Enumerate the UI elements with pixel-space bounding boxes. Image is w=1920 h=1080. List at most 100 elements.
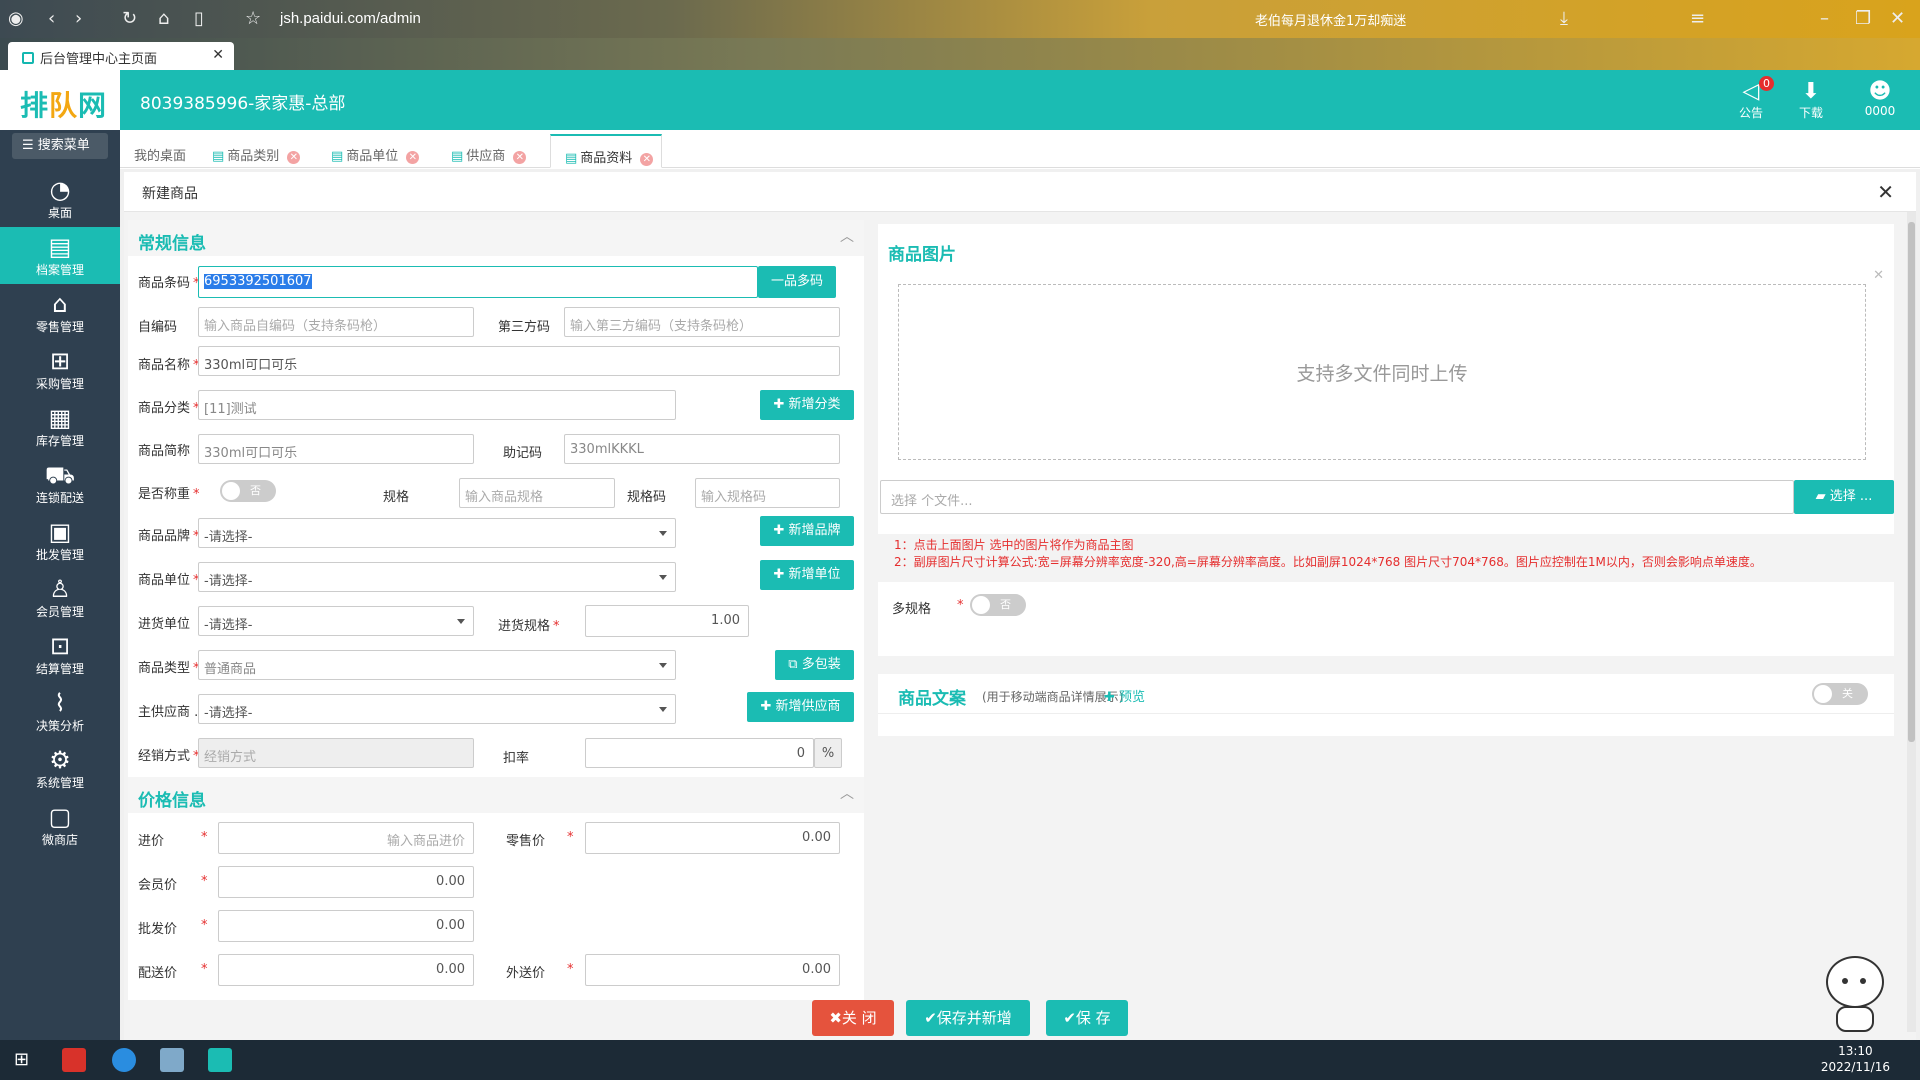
selfcode-input[interactable]: 输入商品自编码（支持条码枪） bbox=[198, 307, 474, 337]
multi-code-button[interactable]: 一品多码 bbox=[758, 266, 836, 298]
remove-icon[interactable]: ✕ bbox=[1873, 268, 1884, 283]
outside-price-label: 外送价 bbox=[506, 966, 546, 981]
sidebar-item-settle[interactable]: ⊡ 结算管理 bbox=[0, 626, 120, 683]
address-bar[interactable]: jsh.paidui.com/admin bbox=[280, 10, 421, 27]
price-section-header[interactable]: 价格信息 ︿ bbox=[128, 777, 864, 813]
notepad-app-icon[interactable] bbox=[160, 1048, 184, 1072]
download-browser-icon[interactable]: ⤓ bbox=[1560, 9, 1568, 29]
browser-tab[interactable]: 后台管理中心主页面 ✕ bbox=[8, 42, 234, 70]
save-button[interactable]: ✔保 存 bbox=[1046, 1000, 1128, 1036]
tab-category[interactable]: ▤ 商品类别 ✕ bbox=[198, 134, 308, 168]
sidebar-item-purchase[interactable]: ⊞ 采购管理 bbox=[0, 341, 120, 398]
purchase-unit-select[interactable]: -请选择- bbox=[198, 606, 474, 636]
system-clock[interactable]: 13:10 2022/11/16 bbox=[1821, 1043, 1890, 1075]
category-input[interactable]: [11]测试 bbox=[198, 390, 676, 420]
sidebar-item-desktop[interactable]: ◔ 桌面 bbox=[0, 170, 120, 227]
tab-close-icon[interactable]: ✕ bbox=[513, 151, 527, 164]
scrollbar-thumb[interactable] bbox=[1908, 222, 1915, 742]
back-icon[interactable]: ‹ bbox=[48, 9, 55, 29]
maximize-icon[interactable]: ❐ bbox=[1855, 9, 1871, 29]
star-icon[interactable]: ☆ bbox=[245, 9, 261, 29]
sidebar-item-inventory[interactable]: ▦ 库存管理 bbox=[0, 398, 120, 455]
close-icon[interactable]: ✕ bbox=[1877, 180, 1894, 204]
truck-icon: ⛟ bbox=[44, 461, 76, 489]
save-and-new-button[interactable]: ✔保存并新增 bbox=[906, 1000, 1030, 1036]
tab-supplier[interactable]: ▤ 供应商 ✕ bbox=[437, 134, 534, 168]
short-name-input[interactable]: 330ml可口可乐 bbox=[198, 434, 474, 464]
general-section-header[interactable]: 常规信息 ︿ bbox=[128, 220, 864, 256]
user-menu[interactable]: ☻ 0000 bbox=[1860, 80, 1900, 119]
spec-input[interactable]: 输入商品规格 bbox=[459, 478, 615, 508]
search-menu-button[interactable]: ☰ 搜索菜单 bbox=[12, 133, 108, 159]
buy-price-input[interactable]: 输入商品进价 bbox=[218, 822, 474, 854]
name-input[interactable]: 330ml可口可乐 bbox=[198, 346, 840, 376]
mascot-image[interactable] bbox=[1822, 952, 1888, 1036]
chart-icon: ⌇ bbox=[54, 689, 66, 717]
sidebar-item-label: 零售管理 bbox=[35, 320, 84, 334]
tab-desktop[interactable]: 我的桌面 bbox=[120, 134, 194, 168]
close-tab-icon[interactable]: ✕ bbox=[212, 47, 224, 63]
refresh-icon[interactable]: ↻ bbox=[122, 9, 137, 29]
barcode-input[interactable]: 6953392501607 bbox=[198, 266, 758, 298]
reader-icon[interactable]: ▯ bbox=[194, 9, 204, 29]
delivery-price-input[interactable]: 0.00 bbox=[218, 954, 474, 986]
close-window-icon[interactable]: ✕ bbox=[1890, 9, 1905, 29]
active-app-icon[interactable] bbox=[208, 1048, 232, 1072]
sidebar-item-label: 结算管理 bbox=[35, 662, 84, 676]
plus-icon: ✚ bbox=[1104, 690, 1120, 705]
thirdcode-input[interactable]: 输入第三方编码（支持条码枪） bbox=[564, 307, 840, 337]
add-category-button[interactable]: ✚ 新增分类 bbox=[760, 390, 854, 420]
sidebar-item-analysis[interactable]: ⌇ 决策分析 bbox=[0, 683, 120, 740]
weigh-toggle[interactable]: 否 bbox=[220, 480, 276, 502]
tab-close-icon[interactable]: ✕ bbox=[406, 151, 420, 164]
add-supplier-button[interactable]: ✚ 新增供应商 bbox=[747, 692, 854, 722]
menu-icon[interactable]: ≡ bbox=[1690, 9, 1705, 29]
tab-unit[interactable]: ▤ 商品单位 ✕ bbox=[317, 134, 427, 168]
multispec-toggle[interactable]: 否 bbox=[970, 594, 1026, 616]
sidebar-item-shop[interactable]: ▢ 微商店 bbox=[0, 797, 120, 854]
spec-code-input[interactable]: 输入规格码 bbox=[695, 478, 840, 508]
add-brand-button[interactable]: ✚ 新增品牌 bbox=[760, 516, 854, 546]
member-price-input[interactable]: 0.00 bbox=[218, 866, 474, 898]
tab-close-icon[interactable]: ✕ bbox=[287, 151, 301, 164]
sidebar-item-retail[interactable]: ⌂ 零售管理 bbox=[0, 284, 120, 341]
sidebar-item-wholesale[interactable]: ▣ 批发管理 bbox=[0, 512, 120, 569]
sidebar-item-delivery[interactable]: ⛟ 连锁配送 bbox=[0, 455, 120, 512]
upload-dropzone[interactable]: 支持多文件同时上传 bbox=[898, 284, 1866, 460]
multi-pack-button[interactable]: ⧉ 多包装 bbox=[775, 650, 854, 680]
home-icon[interactable]: ⌂ bbox=[158, 9, 169, 29]
add-unit-button[interactable]: ✚ 新增单位 bbox=[760, 560, 854, 590]
forward-icon[interactable]: › bbox=[75, 9, 82, 29]
brand-select[interactable]: -请选择- bbox=[198, 518, 676, 548]
browser-app-icon[interactable] bbox=[112, 1048, 136, 1072]
file-path-input[interactable]: 选择 个文件... bbox=[880, 480, 1794, 514]
sidebar-item-archive[interactable]: ▤ 档案管理 bbox=[0, 227, 120, 284]
wholesale-price-input[interactable]: 0.00 bbox=[218, 910, 474, 942]
outside-price-input[interactable]: 0.00 bbox=[585, 954, 840, 986]
logo: 排队网 bbox=[0, 70, 120, 130]
chevron-up-icon[interactable]: ︿ bbox=[840, 226, 854, 246]
discount-input[interactable]: 0 bbox=[585, 738, 814, 768]
copy-toggle[interactable]: 关 bbox=[1812, 683, 1868, 705]
windows-start-icon[interactable]: ⊞ bbox=[14, 1049, 29, 1070]
close-button[interactable]: ✖关 闭 bbox=[812, 1000, 894, 1036]
preview-button[interactable]: ✚ 预览 bbox=[1104, 686, 1145, 705]
product-type-select[interactable]: 普通商品 bbox=[198, 650, 676, 680]
sidebar-item-member[interactable]: ♙ 会员管理 bbox=[0, 569, 120, 626]
sidebar-item-system[interactable]: ⚙ 系统管理 bbox=[0, 740, 120, 797]
unit-select[interactable]: -请选择- bbox=[198, 562, 676, 592]
mnemonic-input[interactable]: 330mlKKKL bbox=[564, 434, 840, 464]
tab-close-icon[interactable]: ✕ bbox=[640, 153, 654, 166]
tab-product[interactable]: ▤ 商品资料 ✕ bbox=[550, 134, 663, 168]
supplier-select[interactable]: -请选择- bbox=[198, 694, 676, 724]
notice-button[interactable]: ◁ 0 公告 bbox=[1731, 76, 1774, 121]
modal-scrollbar[interactable] bbox=[1907, 212, 1916, 1032]
wps-app-icon[interactable] bbox=[62, 1048, 86, 1072]
minimize-icon[interactable]: – bbox=[1820, 9, 1829, 29]
retail-price-input[interactable]: 0.00 bbox=[585, 822, 840, 854]
download-button[interactable]: ⬇ 下载 bbox=[1791, 80, 1831, 121]
choose-file-button[interactable]: ▰ 选择 ... bbox=[1794, 480, 1894, 514]
chevron-up-icon[interactable]: ︿ bbox=[840, 783, 854, 803]
news-ticker[interactable]: 老伯每月退休金1万却痴迷 bbox=[1255, 10, 1455, 29]
purchase-spec-input[interactable]: 1.00 bbox=[585, 605, 749, 637]
